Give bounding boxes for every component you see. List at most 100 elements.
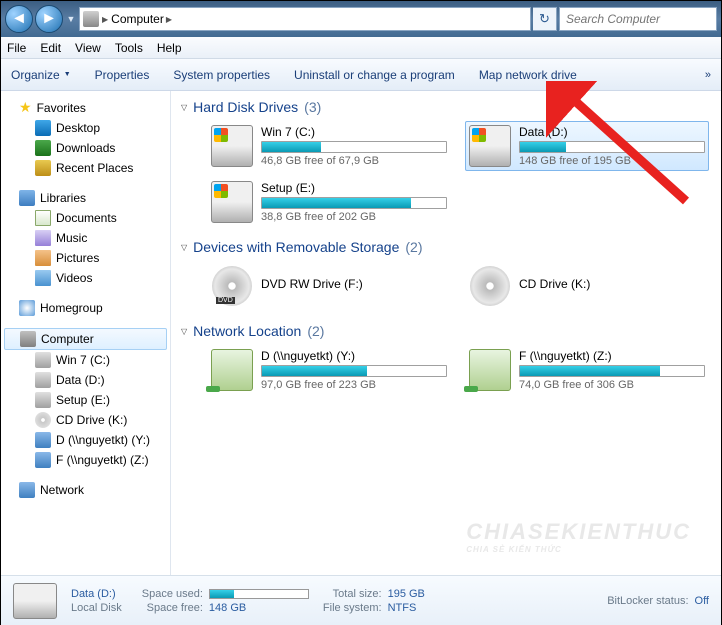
music-icon [35,230,51,246]
capacity-bar [261,141,447,153]
drive-net-z[interactable]: F (\\nguyetkt) (Z:) 74,0 GB free of 306 … [465,345,709,395]
documents-icon [35,210,51,226]
sidebar-item-documents[interactable]: Documents [1,208,170,228]
status-value: Off [695,595,709,607]
breadcrumb-label: Computer [111,12,164,26]
navigation-pane: ★Favorites Desktop Downloads Recent Plac… [1,91,171,575]
drive-status: 97,0 GB free of 223 GB [261,379,447,391]
hdd-icon [211,181,253,223]
sidebar-libraries[interactable]: Libraries [1,188,170,208]
drive-status: 38,8 GB free of 202 GB [261,211,447,223]
drive-data-d[interactable]: Data (D:) 148 GB free of 195 GB [465,121,709,171]
computer-icon [83,11,99,27]
toolbar-properties[interactable]: Properties [95,68,150,82]
chevron-right-icon: ▶ [102,15,108,24]
history-dropdown[interactable]: ▼ [65,5,77,33]
forward-button[interactable]: ► [35,5,63,33]
drive-icon [35,392,51,408]
sidebar-item-drive-c[interactable]: Win 7 (C:) [1,350,170,370]
dvd-icon: DVD [211,265,253,307]
capacity-bar [261,197,447,209]
section-title: Hard Disk Drives [193,99,298,115]
computer-icon [20,331,36,347]
hdd-icon [13,583,57,619]
downloads-icon [35,140,51,156]
drive-label: Data (D:) [519,125,705,141]
sidebar-item-desktop[interactable]: Desktop [1,118,170,138]
section-count: (2) [405,239,422,255]
drive-label: Setup (E:) [261,181,447,197]
organize-button[interactable]: Organize ▼ [11,68,71,82]
toolbar-overflow[interactable]: » [705,69,711,81]
address-bar[interactable]: ▶ Computer ▶ [79,7,531,31]
toolbar-system-properties[interactable]: System properties [173,68,270,82]
drive-setup-e[interactable]: Setup (E:) 38,8 GB free of 202 GB [207,177,451,227]
drive-icon [35,352,51,368]
sidebar-item-drive-z[interactable]: F (\\nguyetkt) (Z:) [1,450,170,470]
collapse-icon: ▽ [181,103,187,112]
window-titlebar: ◄ ► ▼ ▶ Computer ▶ ↻ [1,1,721,37]
toolbar-map-network-drive[interactable]: Map network drive [479,68,577,82]
sidebar-item-pictures[interactable]: Pictures [1,248,170,268]
cd-icon [469,265,511,307]
section-count: (2) [307,323,324,339]
drive-status: 74,0 GB free of 306 GB [519,379,705,391]
section-removable[interactable]: ▽ Devices with Removable Storage (2) [181,235,711,261]
drive-status: 46,8 GB free of 67,9 GB [261,155,447,167]
sidebar-item-drive-d[interactable]: Data (D:) [1,370,170,390]
sidebar-network[interactable]: Network [1,480,170,500]
sidebar-item-music[interactable]: Music [1,228,170,248]
recent-icon [35,160,51,176]
network-drive-icon [211,349,253,391]
drive-label: F (\\nguyetkt) (Z:) [519,349,705,365]
capacity-bar [261,365,447,377]
breadcrumb-computer[interactable]: Computer ▶ [111,12,172,26]
sidebar-favorites[interactable]: ★Favorites [1,97,170,118]
libraries-icon [19,190,35,206]
drive-net-y[interactable]: D (\\nguyetkt) (Y:) 97,0 GB free of 223 … [207,345,451,395]
menu-bar: File Edit View Tools Help [1,37,721,59]
status-value: 195 GB [388,588,425,600]
network-drive-icon [35,452,51,468]
search-input[interactable] [559,7,717,31]
sidebar-item-drive-e[interactable]: Setup (E:) [1,390,170,410]
sidebar-homegroup[interactable]: Homegroup [1,298,170,318]
menu-view[interactable]: View [75,41,101,55]
section-title: Devices with Removable Storage [193,239,399,255]
toolbar-uninstall[interactable]: Uninstall or change a program [294,68,455,82]
menu-tools[interactable]: Tools [115,41,143,55]
section-hdd[interactable]: ▽ Hard Disk Drives (3) [181,95,711,121]
sidebar-computer[interactable]: Computer [4,328,167,350]
status-name: Data (D:) [71,588,122,600]
capacity-bar [519,365,705,377]
sidebar-item-videos[interactable]: Videos [1,268,170,288]
sidebar-item-recent-places[interactable]: Recent Places [1,158,170,178]
drive-dvd-f[interactable]: DVD DVD RW Drive (F:) [207,261,451,311]
status-value [209,588,309,600]
drive-label: Win 7 (C:) [261,125,447,141]
sidebar-item-downloads[interactable]: Downloads [1,138,170,158]
drive-cd-k[interactable]: CD Drive (K:) [465,261,709,311]
pictures-icon [35,250,51,266]
watermark: CHIASEKIENTHUC CHIA SẺ KIẾN THỨC [466,519,691,554]
menu-help[interactable]: Help [157,41,182,55]
cd-icon [35,412,51,428]
section-network[interactable]: ▽ Network Location (2) [181,319,711,345]
content-pane: ▽ Hard Disk Drives (3) Win 7 (C:) 46,8 G… [171,91,721,575]
sidebar-item-drive-y[interactable]: D (\\nguyetkt) (Y:) [1,430,170,450]
status-key: BitLocker status: [607,595,688,607]
refresh-button[interactable]: ↻ [533,7,557,31]
menu-edit[interactable]: Edit [40,41,61,55]
network-drive-icon [35,432,51,448]
sidebar-item-drive-k[interactable]: CD Drive (K:) [1,410,170,430]
collapse-icon: ▽ [181,327,187,336]
drive-label: D (\\nguyetkt) (Y:) [261,349,447,365]
status-bar: Data (D:) Local Disk Space used: Space f… [1,575,721,625]
capacity-bar [519,141,705,153]
drive-win7-c[interactable]: Win 7 (C:) 46,8 GB free of 67,9 GB [207,121,451,171]
status-key: Space used: [142,588,203,600]
homegroup-icon [19,300,35,316]
status-key: Space free: [142,602,203,614]
back-button[interactable]: ◄ [5,5,33,33]
menu-file[interactable]: File [7,41,26,55]
